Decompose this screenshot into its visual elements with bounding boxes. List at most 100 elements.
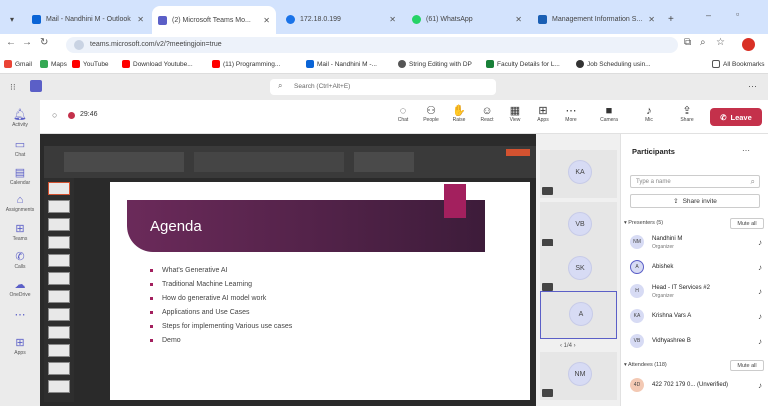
profile-avatar[interactable] (742, 38, 755, 51)
chat-button[interactable]: ◌ Chat (390, 105, 416, 123)
shield-icon[interactable]: ○ (52, 110, 57, 120)
bookmarks-bar: Gmail Maps YouTube Download Youtube... (… (0, 56, 768, 74)
rail-calls[interactable]: ✆ Calls (4, 250, 36, 270)
slide-bullet: Traditional Machine Learning (150, 281, 252, 288)
ribbon-group (64, 152, 184, 172)
forward-icon[interactable]: → (22, 37, 32, 48)
mic-icon: ♪ (758, 287, 762, 296)
presenters-section-label[interactable]: ▾ Presenters (5) (624, 220, 663, 226)
bookmark-maps[interactable]: Maps (40, 60, 67, 68)
back-icon[interactable]: ← (6, 37, 16, 48)
participant-row[interactable]: KA Krishna Vars A ♪ (626, 307, 766, 327)
bookmark-gmail[interactable]: Gmail (4, 60, 32, 68)
rail-chat[interactable]: ▭ Chat (4, 138, 36, 158)
close-icon[interactable]: ✕ (642, 15, 655, 24)
app-rail: 🔔︎ Activity ▭ Chat ▤ Calendar ⌂ Assignments … (0, 100, 40, 406)
more-icon: ⋯ (565, 105, 577, 117)
minimize-icon[interactable]: – (706, 10, 711, 20)
share-button[interactable]: ⇪ Share (674, 105, 700, 123)
tab-ip-address[interactable]: 172.18.0.199 ✕ (280, 8, 402, 30)
reload-icon[interactable]: ↻ (40, 37, 48, 48)
translate-icon[interactable]: ⧉ (684, 37, 691, 48)
share-invite-button[interactable]: ⇪ Share invite (630, 194, 760, 208)
tab-management-info[interactable]: Management Information S... ✕ (532, 8, 660, 30)
slide-bullet: What's Generative AI (150, 267, 228, 274)
raise-hand-button[interactable]: ✋ Raise (446, 105, 472, 123)
more-button[interactable]: ⋯ More (558, 105, 584, 123)
bookmark-mail[interactable]: Mail - Nandhini M -... (306, 60, 377, 68)
bullet-icon (150, 339, 153, 342)
video-tile[interactable]: A (540, 291, 617, 339)
teams-search-input[interactable]: ⌕ Search (Ctrl+Alt+E) (270, 79, 496, 95)
globe-icon (398, 60, 406, 68)
bookmark-youtube[interactable]: YouTube (72, 60, 109, 68)
ribbon-group (354, 152, 414, 172)
avatar: 4D (630, 378, 644, 392)
video-tile[interactable]: SK (540, 246, 617, 294)
react-button[interactable]: ☺ React (474, 105, 500, 123)
people-button[interactable]: ⚇ People (418, 105, 444, 123)
close-icon[interactable]: ✕ (257, 16, 270, 25)
participant-row[interactable]: H Head - IT Services #2 Organizer ♪ (626, 282, 766, 302)
mute-all-button[interactable]: Mute all (730, 360, 764, 371)
rail-onedrive[interactable]: ☁︎ OneDrive (4, 278, 36, 298)
calendar-icon: ▤ (14, 167, 26, 179)
rail-assignments[interactable]: ⌂ Assignments (4, 194, 36, 213)
participant-row[interactable]: A Abishek ♪ (626, 258, 766, 278)
app-launcher-icon[interactable]: ⁝⁝ (10, 82, 16, 93)
all-bookmarks[interactable]: All Bookmarks (712, 60, 765, 68)
bell-icon: 🔔︎ (13, 109, 27, 121)
bookmark-download-youtube[interactable]: Download Youtube... (122, 60, 193, 68)
video-tile[interactable]: KA (540, 150, 617, 198)
teams-header: ⁝⁝ ⌕ Search (Ctrl+Alt+E) ⋯ (0, 74, 768, 100)
bookmark-programming[interactable]: (11) Programming... (212, 60, 280, 68)
camera-button[interactable]: ■ Camera (596, 105, 622, 123)
leave-button[interactable]: ✆ Leave (710, 108, 762, 126)
mic-button[interactable]: ♪ Mic (636, 105, 662, 123)
participant-row[interactable]: 4D 422 702 179 0... (Unverified) ♪ (626, 376, 766, 396)
view-button[interactable]: ▦ View (502, 105, 528, 123)
rail-more[interactable]: ⋯ (4, 308, 36, 322)
rail-activity[interactable]: 🔔︎ Activity (4, 108, 36, 128)
close-icon[interactable]: ✕ (131, 15, 144, 24)
tab-whatsapp[interactable]: (61) WhatsApp ✕ (406, 8, 528, 30)
tab-teams[interactable]: (2) Microsoft Teams Mo... ✕ (152, 6, 276, 34)
rail-teams[interactable]: ⊞ Teams (4, 222, 36, 242)
mic-icon: ♪ (758, 238, 762, 247)
site-info-icon[interactable] (74, 40, 84, 50)
apps-button[interactable]: ⊞ Apps (530, 105, 556, 123)
close-icon[interactable]: ✕ (509, 15, 522, 24)
rail-calendar[interactable]: ▤ Calendar (4, 166, 36, 186)
participant-row[interactable]: NM Nandhini M Organizer ♪ (626, 233, 766, 253)
chat-icon: ▭ (14, 139, 26, 151)
video-pager[interactable]: ‹ 1/4 › (560, 343, 576, 349)
bookmark-string-editing[interactable]: String Editing with DP (398, 60, 472, 68)
chevron-right-icon[interactable]: › (572, 343, 576, 349)
more-icon[interactable]: ⋯ (748, 81, 757, 92)
people-icon: ⚇ (426, 105, 436, 117)
video-tile[interactable]: VB (540, 202, 617, 250)
apps-icon: ⊞ (538, 105, 548, 117)
tab-outlook[interactable]: Mail - Nandhini M - Outlook ✕ (26, 8, 150, 30)
slide-thumbnail (48, 272, 70, 285)
maximize-icon[interactable]: ▫ (736, 9, 739, 19)
bookmark-faculty-details[interactable]: Faculty Details for L... (486, 60, 560, 68)
more-icon[interactable]: ⋯ (742, 146, 750, 155)
rail-apps[interactable]: ⊞ Apps (4, 336, 36, 356)
close-icon[interactable]: ✕ (383, 15, 396, 24)
bookmark-job-scheduling[interactable]: Job Scheduling usin... (576, 60, 651, 68)
zoom-icon[interactable]: ⌕ (700, 37, 706, 48)
tab-search-button[interactable]: ▾ (4, 8, 18, 30)
mute-all-button[interactable]: Mute all (730, 218, 764, 229)
react-icon: ☺ (481, 105, 493, 117)
participant-search-input[interactable]: Type a name ⌕ (630, 175, 760, 188)
avatar: KA (568, 160, 592, 184)
slide-thumbnail (48, 218, 70, 231)
mic-icon (542, 187, 553, 195)
participant-row[interactable]: VB Vidhyashree B ♪ (626, 332, 766, 352)
video-tile[interactable]: NM (540, 352, 617, 400)
bookmark-star-icon[interactable]: ☆ (716, 37, 725, 48)
url-input[interactable]: teams.microsoft.com/v2/?meetingjoin=true (66, 37, 678, 53)
attendees-section-label[interactable]: ▾ Attendees (118) (624, 362, 667, 368)
new-tab-button[interactable]: + (662, 8, 676, 30)
